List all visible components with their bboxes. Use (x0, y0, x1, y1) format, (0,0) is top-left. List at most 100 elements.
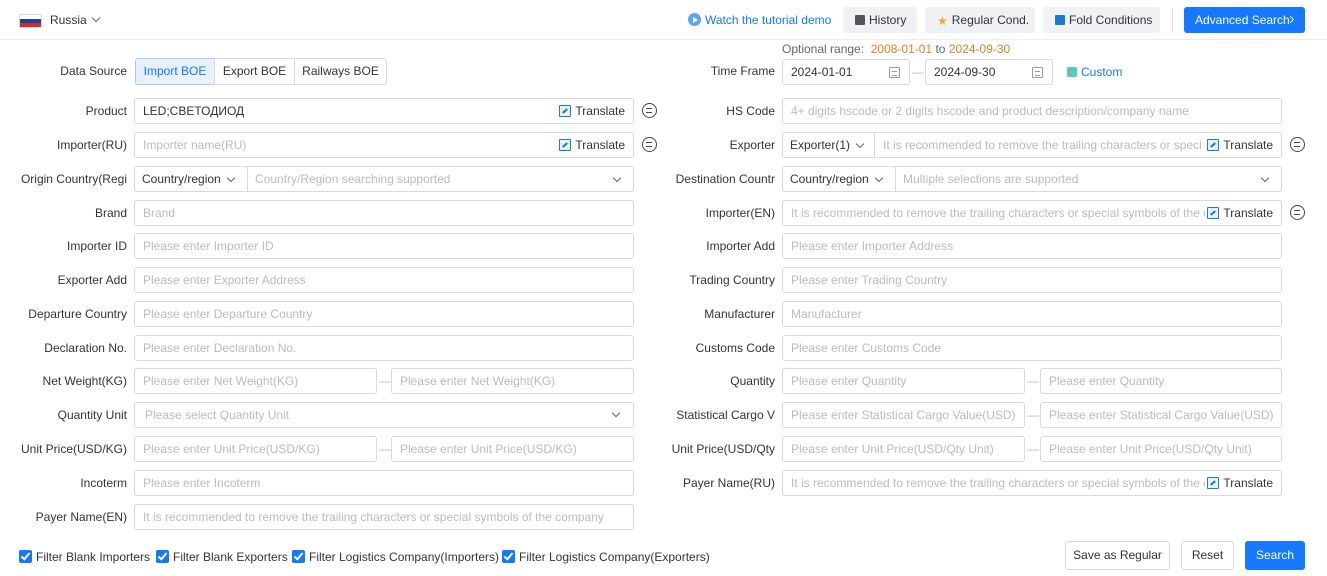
statistical-cargo-label: Statistical Cargo V (676, 408, 775, 422)
payer-en-input[interactable]: It is recommended to remove the trailing… (134, 504, 634, 530)
payer-ru-input[interactable]: It is recommended to remove the trailing… (782, 470, 1282, 496)
importer-add-label: Importer Add (706, 239, 775, 253)
data-source-label: Data Source (60, 64, 127, 78)
importer-en-input[interactable]: It is recommended to remove the trailing… (782, 200, 1282, 226)
chevron-down-icon (612, 173, 622, 183)
fold-conditions-button[interactable]: Fold Conditions (1043, 7, 1160, 33)
chevron-down-icon[interactable] (91, 13, 101, 23)
hs-code-label: HS Code (726, 104, 775, 118)
unit-price-kg-min-input[interactable]: Please enter Unit Price(USD/KG) (134, 436, 377, 462)
regular-conditions-button[interactable]: ★ Regular Cond. (925, 7, 1035, 33)
declaration-no-input[interactable]: Please enter Declaration No. (134, 335, 634, 361)
trading-country-label: Trading Country (689, 273, 775, 287)
divider (1172, 9, 1173, 31)
origin-country-input[interactable]: Country/Region searching supported (248, 167, 450, 191)
tutorial-link[interactable]: Watch the tutorial demo (688, 13, 831, 27)
calendar-icon (889, 67, 900, 78)
destination-country-input[interactable]: Multiple selections are supported (896, 167, 1078, 191)
customs-code-input[interactable]: Please enter Customs Code (782, 335, 1282, 361)
tab-railways-boe[interactable]: Railways BOE (294, 58, 387, 85)
translate-button[interactable]: Translate (557, 137, 625, 153)
hs-code-input[interactable]: 4+ digits hscode or 2 digits hscode and … (782, 98, 1282, 124)
unit-price-kg-label: Unit Price(USD/KG) (20, 442, 127, 456)
customs-code-label: Customs Code (695, 341, 775, 355)
unit-price-qty-label: Unit Price(USD/Qty (671, 442, 775, 456)
optional-range: Optional range: 2008-01-01 to 2024-09-30 (782, 42, 1011, 56)
manufacturer-label: Manufacturer (704, 307, 775, 321)
start-date-input[interactable]: 2024-01-01 (782, 59, 910, 85)
quantity-unit-select[interactable]: Please select Quantity Unit (134, 402, 634, 428)
custom-icon (1067, 67, 1077, 77)
trading-country-input[interactable]: Please enter Trading Country (782, 267, 1282, 293)
importer-ru-label: Importer(RU) (56, 138, 127, 152)
expand-list-icon[interactable] (1290, 137, 1305, 152)
importer-id-label: Importer ID (66, 239, 127, 253)
checkbox-checked-icon (502, 550, 515, 563)
importer-add-input[interactable]: Please enter Importer Address (782, 233, 1282, 259)
translate-icon (1207, 207, 1220, 219)
search-button[interactable]: Search (1245, 541, 1305, 570)
payer-en-label: Payer Name(EN) (35, 510, 127, 524)
top-bar: Russia Watch the tutorial demo History ★… (0, 0, 1327, 40)
end-date-input[interactable]: 2024-09-30 (925, 59, 1053, 85)
filter-blank-exporters-checkbox[interactable]: Filter Blank Exporters (156, 550, 288, 564)
translate-icon (1207, 477, 1220, 489)
unit-price-kg-max-input[interactable]: Please enter Unit Price(USD/KG) (391, 436, 634, 462)
chevron-down-icon (1260, 173, 1270, 183)
manufacturer-input[interactable]: Manufacturer (782, 301, 1282, 327)
filter-blank-importers-checkbox[interactable]: Filter Blank Importers (19, 550, 150, 564)
quantity-max-input[interactable]: Please enter Quantity (1040, 368, 1282, 394)
checkbox-checked-icon (19, 550, 32, 563)
star-icon: ★ (937, 14, 948, 28)
translate-button[interactable]: Translate (1205, 137, 1273, 153)
net-weight-max-input[interactable]: Please enter Net Weight(KG) (391, 368, 634, 394)
exporter-input[interactable]: It is recommended to remove the trailing… (876, 133, 1201, 157)
custom-date-link[interactable]: Custom (1067, 65, 1122, 79)
translate-button[interactable]: Translate (557, 103, 625, 119)
payer-ru-label: Payer Name(RU) (682, 476, 775, 490)
departure-country-label: Departure Country (28, 307, 127, 321)
expand-list-icon[interactable] (1290, 205, 1305, 220)
checkbox-checked-icon (292, 550, 305, 563)
incoterm-input[interactable]: Please enter Incoterm (134, 470, 634, 496)
exporter-field[interactable]: Exporter(1) It is recommended to remove … (782, 132, 1282, 158)
fold-icon (1055, 15, 1065, 25)
translate-button[interactable]: Translate (1205, 475, 1273, 491)
origin-country-label: Origin Country(Regi (20, 172, 127, 186)
declaration-no-label: Declaration No. (44, 341, 127, 355)
country-selector[interactable]: Russia (50, 13, 87, 27)
save-as-regular-button[interactable]: Save as Regular (1065, 541, 1170, 570)
russia-flag-icon[interactable] (19, 14, 42, 28)
importer-ru-input[interactable]: Importer name(RU) Translate (134, 132, 634, 158)
importer-id-input[interactable]: Please enter Importer ID (134, 233, 634, 259)
reset-button[interactable]: Reset (1181, 541, 1234, 570)
net-weight-min-input[interactable]: Please enter Net Weight(KG) (134, 368, 377, 394)
tab-export-boe[interactable]: Export BOE (214, 58, 295, 85)
translate-icon (559, 139, 572, 151)
quantity-unit-label: Quantity Unit (57, 408, 127, 422)
calendar-icon (1032, 67, 1043, 78)
translate-icon (1207, 139, 1220, 151)
translate-button[interactable]: Translate (1205, 205, 1273, 221)
product-label: Product (85, 104, 127, 118)
departure-country-input[interactable]: Please enter Departure Country (134, 301, 634, 327)
advanced-search-button[interactable]: Advanced Search (1184, 7, 1305, 33)
stat-cargo-min-input[interactable]: Please enter Statistical Cargo Value(USD… (782, 402, 1025, 428)
brand-input[interactable]: Brand (134, 200, 634, 226)
tab-import-boe[interactable]: Import BOE (135, 58, 215, 85)
checkbox-checked-icon (156, 550, 169, 563)
time-frame-label: Time Frame (710, 64, 775, 78)
unit-price-qty-max-input[interactable]: Please enter Unit Price(USD/Qty Unit) (1040, 436, 1282, 462)
chevron-down-icon (611, 408, 621, 418)
product-input[interactable]: LED;СВЕТОДИОД Translate (134, 98, 634, 124)
unit-price-qty-min-input[interactable]: Please enter Unit Price(USD/Qty Unit) (782, 436, 1025, 462)
filter-logistics-importers-checkbox[interactable]: Filter Logistics Company(Importers) (292, 550, 499, 564)
destination-country-field[interactable]: Country/region Multiple selections are s… (782, 166, 1282, 192)
exporter-add-input[interactable]: Please enter Exporter Address (134, 267, 634, 293)
filter-logistics-exporters-checkbox[interactable]: Filter Logistics Company(Exporters) (502, 550, 710, 564)
stat-cargo-max-input[interactable]: Please enter Statistical Cargo Value(USD… (1040, 402, 1282, 428)
history-button[interactable]: History (843, 7, 917, 33)
quantity-min-input[interactable]: Please enter Quantity (782, 368, 1025, 394)
importer-en-label: Importer(EN) (705, 206, 775, 220)
origin-country-field[interactable]: Country/region Country/Region searching … (134, 166, 634, 192)
